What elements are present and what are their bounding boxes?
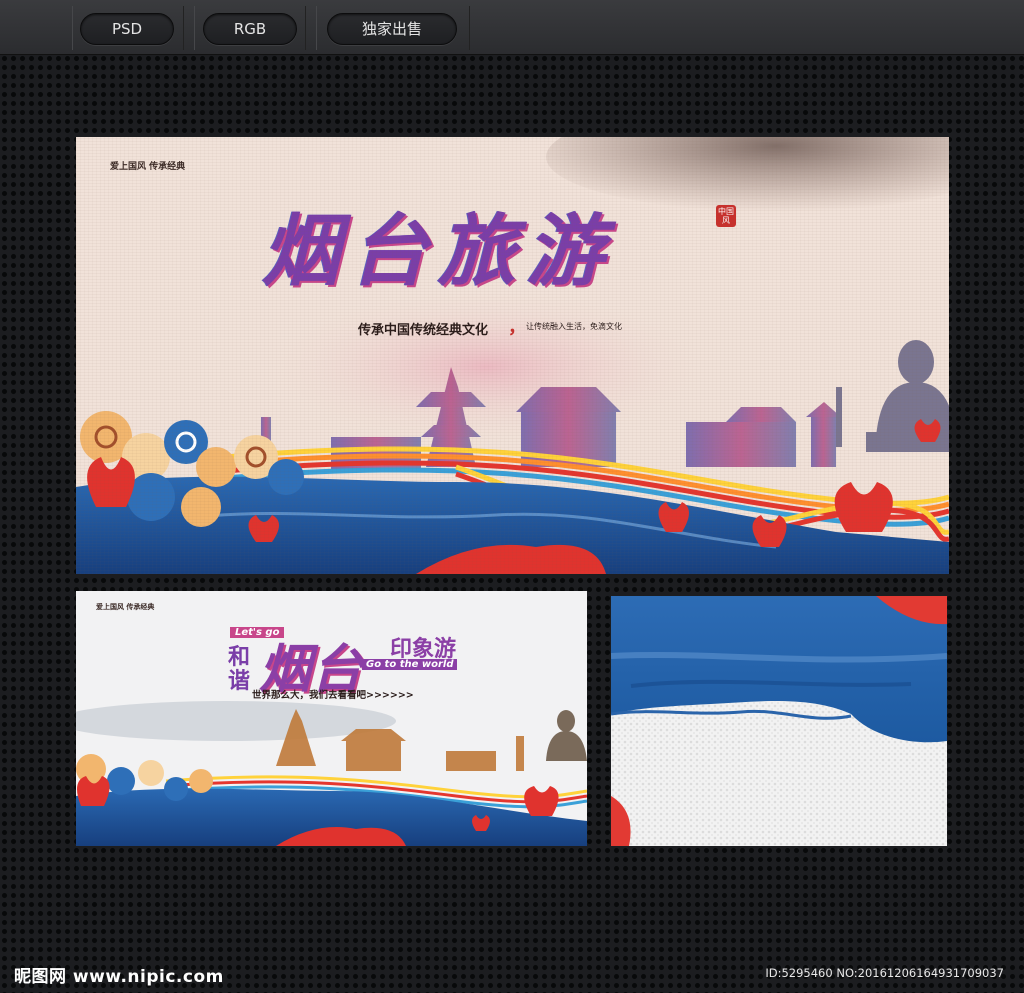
small-slogan: 世界那么大，我们去看看吧>>>>>> [252, 690, 414, 701]
exclusive-sale-button[interactable]: 独家出售 [327, 13, 457, 45]
tagline: 传承中国传统经典文化 [358, 323, 489, 338]
image-id: ID:5295460 NO:20161206164931709037 [765, 966, 1004, 980]
top-toolbar: PSD RGB 独家出售 [0, 0, 1024, 55]
main-title: 烟台旅游 [262, 206, 615, 297]
go-world-tag: Go to the world [362, 659, 458, 670]
top-left-slogan: 爱上国风 传承经典 [110, 162, 186, 172]
small-top-left-slogan: 爱上国风 传承经典 [96, 603, 155, 611]
pink-wash [256, 287, 716, 447]
texture-detail [611, 596, 947, 846]
main-poster: 爱上国风 传承经典 烟台旅游 中国风 传承中国传统经典文化 ， 让传统融入生活，… [76, 137, 949, 574]
rgb-button[interactable]: RGB [203, 13, 297, 45]
small-poster: 爱上国风 传承经典 Let's go 和 谐 烟台 印象游 Go to the … [76, 591, 587, 846]
tagline-comma: ， [508, 317, 526, 338]
small-buddha [546, 710, 587, 761]
texture-detail-art [611, 596, 947, 846]
tagline-small: 让传统融入生活，免滴文化 [526, 322, 622, 331]
psd-button[interactable]: PSD [80, 13, 174, 45]
nipic-logo[interactable]: 昵图网 www.nipic.com [14, 962, 224, 987]
seal-stamp: 中国风 [716, 205, 736, 227]
xie-char: 谐 [228, 669, 251, 694]
